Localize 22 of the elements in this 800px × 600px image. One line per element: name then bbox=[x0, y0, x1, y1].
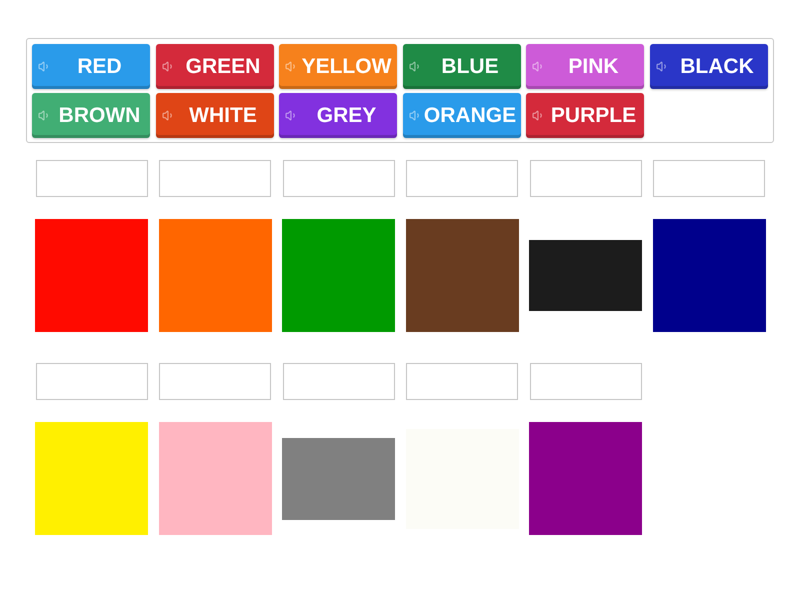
drop-slot[interactable] bbox=[159, 363, 271, 400]
drop-slot[interactable] bbox=[406, 160, 518, 197]
word-tile[interactable]: BROWN bbox=[32, 93, 150, 138]
word-tile[interactable]: BLUE bbox=[402, 44, 520, 89]
word-tile[interactable]: ORANGE bbox=[402, 93, 520, 138]
drop-slot[interactable] bbox=[36, 160, 148, 197]
drop-slot[interactable] bbox=[530, 363, 642, 400]
word-tile[interactable]: YELLOW bbox=[279, 44, 397, 89]
drop-slot[interactable] bbox=[159, 160, 271, 197]
word-tile[interactable]: BLACK bbox=[650, 44, 768, 89]
drop-slot[interactable] bbox=[406, 363, 518, 400]
word-tile[interactable]: GREY bbox=[279, 93, 397, 138]
drop-slot[interactable] bbox=[530, 160, 642, 197]
word-tile[interactable]: PINK bbox=[526, 44, 644, 89]
word-tile[interactable]: GREEN bbox=[156, 44, 274, 89]
drop-slot[interactable] bbox=[653, 160, 765, 197]
word-tile[interactable]: PURPLE bbox=[526, 93, 644, 138]
drop-slot[interactable] bbox=[282, 363, 394, 400]
drop-slot[interactable] bbox=[36, 363, 148, 400]
word-tile[interactable]: WHITE bbox=[156, 93, 274, 138]
drop-slot[interactable] bbox=[282, 160, 394, 197]
word-tile[interactable]: RED bbox=[32, 44, 150, 89]
